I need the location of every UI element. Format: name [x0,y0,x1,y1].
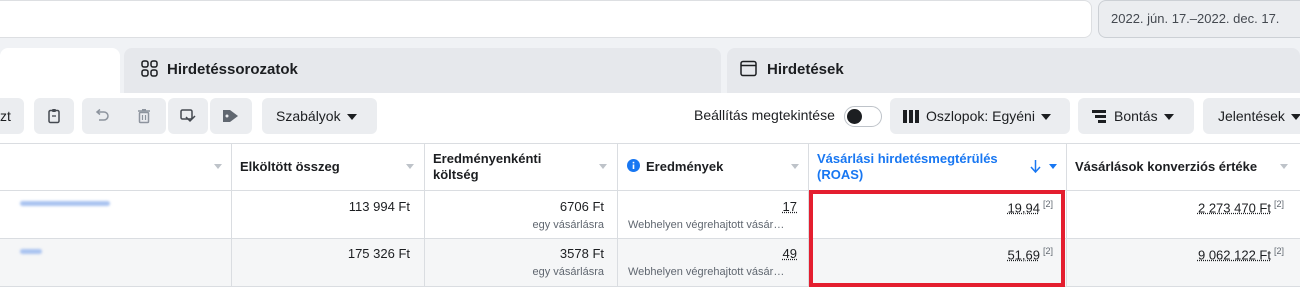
divider [0,190,1300,191]
preview-setup-label: Beállítás megtekintése [694,107,835,123]
date-range-picker[interactable]: 2022. jún. 17.–2022. dec. 17. [1098,0,1300,38]
breakdown-icon [1092,110,1106,123]
footnote: [2] [1273,199,1284,209]
tag-icon [223,110,238,122]
ad-sets-grid-icon [141,60,158,77]
header-results[interactable]: Eredmények [646,159,723,174]
breakdown-label: Bontás [1114,108,1158,124]
tab-ad-sets-label: Hirdetéssorozatok [167,61,298,78]
header-roas[interactable]: Vásárlási hirdetésmegtérülés (ROAS) [817,151,1017,183]
tab-ads-label: Hirdetések [767,61,844,78]
header-spent[interactable]: Elköltött összeg [240,159,340,174]
edit-button[interactable]: zt [0,98,24,134]
cell-conversion-value: 2 273 470 Ft [2] [1198,199,1284,215]
column-sort-caret-icon[interactable] [791,164,799,169]
ab-test-icon [180,109,196,123]
column-divider [424,143,425,287]
clipboard-icon [48,109,60,124]
conversion-value[interactable]: 2 273 470 Ft [1198,200,1271,215]
columns-label: Oszlopok: Egyéni [926,108,1035,124]
tag-button[interactable] [210,98,252,134]
cell-cost-per-result: 3578 Ft [559,246,604,261]
cell-cost-per-result-sub: egy vásárlásra [532,266,604,278]
cell-results[interactable]: 49 [783,246,797,261]
preview-toggle[interactable] [844,106,882,127]
rules-dropdown[interactable]: Szabályok [262,98,377,134]
conversion-value[interactable]: 9 062 122 Ft [1198,247,1271,262]
column-sort-caret-icon[interactable] [599,164,607,169]
breakdown-dropdown[interactable]: Bontás [1078,98,1194,134]
chevron-down-icon [346,114,357,121]
column-divider [617,143,618,287]
columns-dropdown[interactable]: Oszlopok: Egyéni [890,98,1070,134]
row-name-link[interactable] [20,249,42,254]
table-row-alt-bg [0,239,1300,286]
cell-spent: 113 994 Ft [348,199,410,214]
column-sort-caret-icon[interactable] [406,164,414,169]
chevron-down-icon [1290,114,1300,121]
ab-test-button[interactable] [168,98,208,134]
column-divider [231,143,232,287]
divider [0,143,1300,144]
cell-spent: 175 326 Ft [347,246,410,261]
trash-icon[interactable] [136,108,152,124]
rules-label: Szabályok [276,108,341,124]
cell-results[interactable]: 17 [783,199,797,214]
chevron-down-icon [1040,114,1051,121]
divider [0,238,1300,239]
roas-highlight-box [809,190,1065,287]
cell-cost-per-result-sub: egy vásárlásra [532,219,604,231]
footnote: [2] [1273,246,1284,256]
undo-icon[interactable] [94,108,110,124]
duplicate-button[interactable] [34,98,74,134]
toggle-knob [847,109,862,124]
search-bar[interactable] [0,0,1092,38]
header-conversion-value[interactable]: Vásárlások konverziós értéke [1075,159,1257,174]
cell-cost-per-result: 6706 Ft [559,199,604,214]
reports-label: Jelentések [1218,108,1285,124]
header-cost-per-result[interactable]: Eredményenkénti költség [433,151,583,183]
row-name-link[interactable] [20,201,110,206]
ads-window-icon [740,60,757,77]
column-sort-caret-icon[interactable] [1049,164,1057,169]
column-sort-caret-icon[interactable] [1280,164,1288,169]
cell-results-sub: Webhelyen végrehajtott vásár… [628,219,785,231]
column-divider [1066,143,1067,287]
cell-results-sub: Webhelyen végrehajtott vásár… [628,266,785,278]
tab-campaigns[interactable] [0,48,120,93]
cell-conversion-value: 9 062 122 Ft [2] [1198,246,1284,262]
reports-dropdown[interactable]: Jelentések [1203,98,1300,134]
info-icon[interactable] [627,159,640,172]
edit-button-label: zt [0,108,11,124]
undo-delete-group [82,98,166,134]
sort-descending-arrow-icon[interactable] [1030,160,1041,173]
column-sort-caret-icon[interactable] [214,164,222,169]
chevron-down-icon [1163,114,1174,121]
columns-icon [903,110,919,123]
